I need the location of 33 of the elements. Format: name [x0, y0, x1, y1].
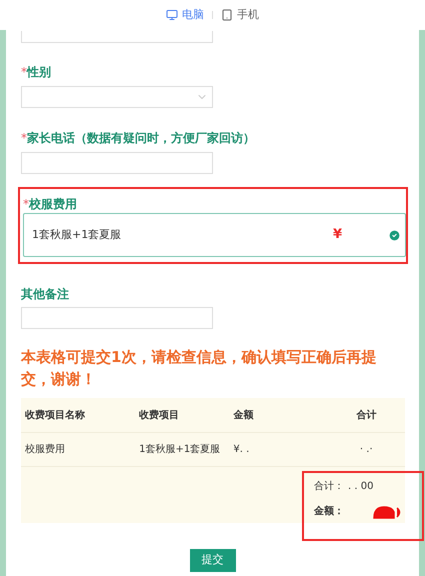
monitor-icon: [166, 9, 178, 21]
table-cell-text: ¥. .: [233, 443, 250, 457]
input-field[interactable]: [21, 31, 213, 43]
column-header: 收费项目名称: [25, 408, 86, 422]
view-tab[interactable]: 电脑: [166, 6, 204, 24]
redaction-mark: [372, 504, 402, 518]
input-field[interactable]: [21, 152, 213, 174]
table-cell-text: 校服费用: [25, 442, 66, 457]
required-mark: *: [21, 65, 27, 79]
option-card[interactable]: 1套秋服+1套夏服 ¥: [23, 213, 406, 257]
check-circle-icon: [388, 228, 401, 242]
total-value: . . 00: [348, 480, 374, 494]
table-cell-text: 1套秋服+1套夏服: [139, 442, 222, 457]
column-header: 金额: [233, 408, 254, 422]
table-cell-text: · .·: [358, 443, 374, 457]
tablet-icon: [221, 9, 233, 21]
field-label: 家长电话（数据有疑问时，方便厂家回访）: [27, 131, 255, 145]
amount-label: 金额：: [314, 504, 344, 519]
submit-button[interactable]: 提交: [190, 549, 236, 572]
view-tab[interactable]: 手机: [221, 6, 259, 24]
select-field[interactable]: [21, 86, 213, 108]
required-mark: *: [21, 131, 27, 145]
option-name: 1套秋服+1套夏服: [32, 226, 122, 243]
input-field[interactable]: [21, 307, 213, 329]
total-label: 合计：: [314, 480, 344, 494]
option-price: ¥: [332, 226, 342, 244]
column-header: 收费项目: [139, 408, 180, 422]
field-label: 性别: [27, 65, 51, 79]
notice-text: 本表格可提交1次，请检查信息，确认填写正确后再提交，谢谢！: [21, 347, 378, 390]
column-header: 合计: [355, 408, 378, 422]
required-mark: *: [23, 197, 29, 211]
field-label: 其他备注: [21, 287, 69, 301]
field-label: 校服费用: [29, 197, 77, 211]
